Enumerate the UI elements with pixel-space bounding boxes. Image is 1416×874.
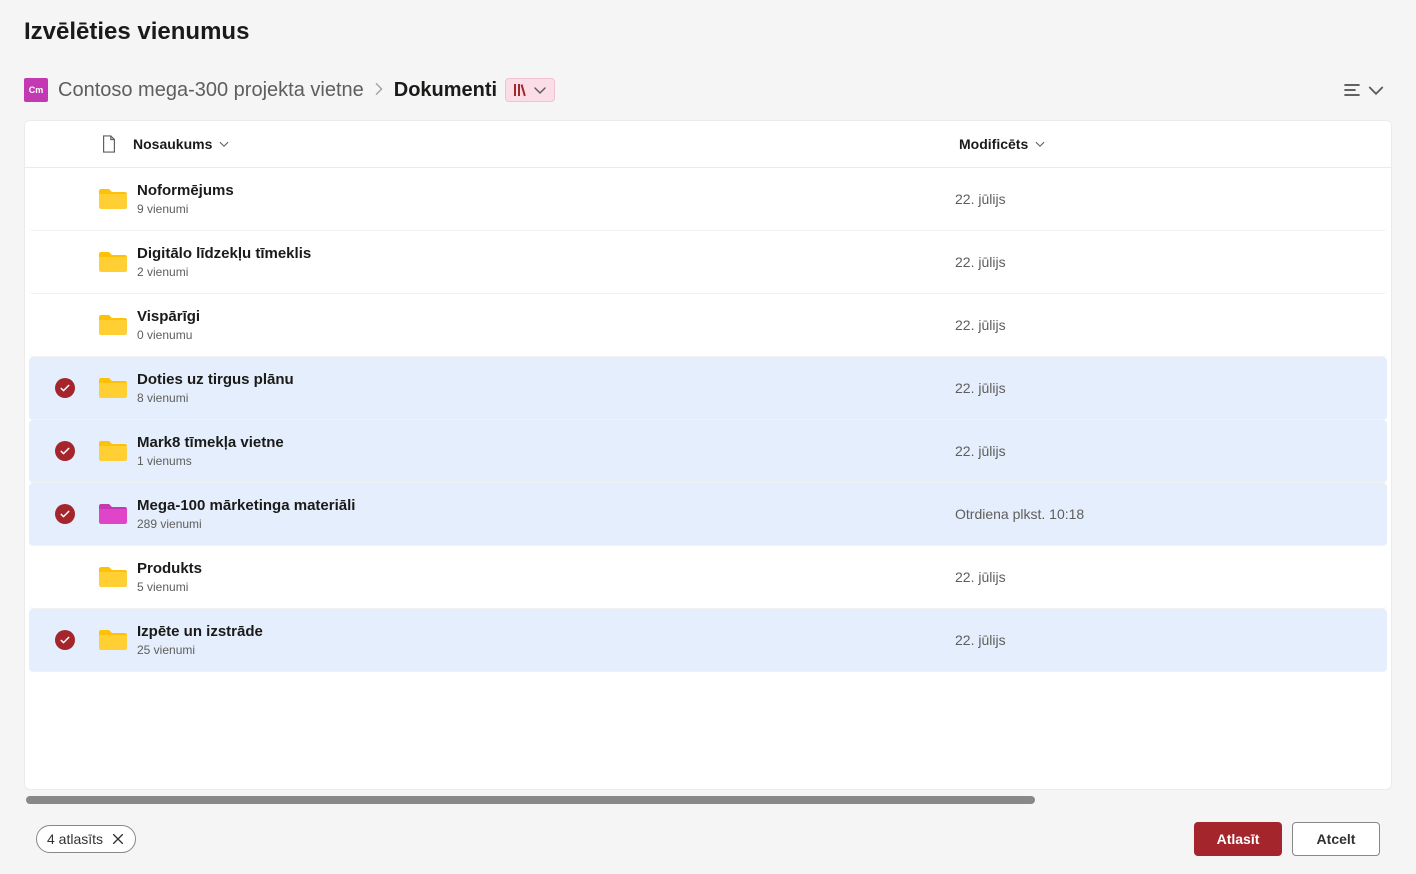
picker-dialog: Izvēlēties vienumus Cm Contoso mega-300 … [0,0,1416,874]
row-subtitle: 289 vienumi [137,517,355,531]
row-checkbox[interactable] [55,315,75,335]
library-icon [512,82,528,98]
header-type-column[interactable] [85,135,133,153]
folder-icon [97,498,129,530]
table-row[interactable]: Mark8 tīmekļa vietne 1 vienums 22. jūlij… [29,420,1387,483]
dialog-title: Izvēlēties vienumus [24,18,1392,46]
row-modified: 22. jūlijs [955,569,1006,585]
row-modified: 22. jūlijs [955,380,1006,396]
header-name-column[interactable]: Nosaukums [133,136,959,152]
cancel-button[interactable]: Atcelt [1292,822,1380,856]
breadcrumb-site[interactable]: Contoso mega-300 projekta vietne [58,79,364,102]
row-checkbox[interactable] [55,252,75,272]
list-view-icon [1342,80,1362,100]
library-pill[interactable] [505,78,555,102]
chevron-down-icon [1034,138,1046,150]
rows-container: Noformējums 9 vienumi 22. jūlijs Digitāl… [25,168,1391,672]
row-checkbox[interactable] [55,189,75,209]
row-name: Noformējums [137,182,234,199]
row-subtitle: 5 vienumi [137,580,202,594]
row-name: Doties uz tirgus plānu [137,371,294,388]
column-name-label: Nosaukums [133,136,212,152]
horizontal-scrollbar[interactable] [24,794,1392,806]
table-row[interactable]: Produkts 5 vienumi 22. jūlijs [29,546,1387,609]
column-modified-label: Modificēts [959,136,1028,152]
select-button[interactable]: Atlasīt [1194,822,1282,856]
chevron-right-icon [372,79,386,102]
folder-icon [97,246,129,278]
row-name: Produkts [137,560,202,577]
row-modified: 22. jūlijs [955,443,1006,459]
checkmark-icon [59,508,71,520]
file-icon [100,135,118,153]
row-subtitle: 1 vienums [137,454,284,468]
folder-icon [97,372,129,404]
list-header: Nosaukums Modificēts [25,121,1391,168]
checkmark-icon [59,382,71,394]
dialog-footer: 4 atlasīts Atlasīt Atcelt [24,812,1392,874]
table-row[interactable]: Izpēte un izstrāde 25 vienumi 22. jūlijs [29,609,1387,672]
folder-icon [97,309,129,341]
row-checkbox[interactable] [55,504,75,524]
site-icon: Cm [24,78,48,102]
row-subtitle: 9 vienumi [137,202,234,216]
table-row[interactable]: Noformējums 9 vienumi 22. jūlijs [29,168,1387,231]
row-checkbox[interactable] [55,567,75,587]
checkmark-icon [59,445,71,457]
row-name: Izpēte un izstrāde [137,623,263,640]
row-modified: 22. jūlijs [955,191,1006,207]
row-checkbox[interactable] [55,378,75,398]
file-list[interactable]: Nosaukums Modificēts Noformējums 9 vienu… [24,120,1392,790]
row-subtitle: 2 vienumi [137,265,311,279]
row-subtitle: 8 vienumi [137,391,294,405]
row-modified: 22. jūlijs [955,254,1006,270]
row-name: Digitālo līdzekļu tīmeklis [137,245,311,262]
checkmark-icon [59,634,71,646]
folder-icon [97,183,129,215]
view-options-button[interactable] [1336,76,1392,104]
row-checkbox[interactable] [55,441,75,461]
table-row[interactable]: Doties uz tirgus plānu 8 vienumi 22. jūl… [29,357,1387,420]
breadcrumb-current[interactable]: Dokumenti [394,79,497,102]
row-modified: Otrdiena plkst. 10:18 [955,506,1084,522]
selection-count-pill[interactable]: 4 atlasīts [36,825,136,853]
row-modified: 22. jūlijs [955,317,1006,333]
selection-count-label: 4 atlasīts [47,831,103,847]
row-name: Mark8 tīmekļa vietne [137,434,284,451]
table-row[interactable]: Vispārīgi 0 vienumu 22. jūlijs [29,294,1387,357]
chevron-down-icon [218,138,230,150]
close-icon[interactable] [111,832,125,846]
row-modified: 22. jūlijs [955,632,1006,648]
scrollbar-thumb[interactable] [26,796,1035,804]
row-subtitle: 25 vienumi [137,643,263,657]
row-subtitle: 0 vienumu [137,328,200,342]
table-row[interactable]: Digitālo līdzekļu tīmeklis 2 vienumi 22.… [29,231,1387,294]
row-name: Mega-100 mārketinga materiāli [137,497,355,514]
breadcrumb-row: Cm Contoso mega-300 projekta vietne Doku… [24,76,1392,104]
header-modified-column[interactable]: Modificēts [959,136,1379,152]
row-name: Vispārīgi [137,308,200,325]
row-checkbox[interactable] [55,630,75,650]
breadcrumb: Contoso mega-300 projekta vietne Dokumen… [58,78,1326,102]
chevron-down-icon [1366,80,1386,100]
folder-icon [97,561,129,593]
folder-icon [97,624,129,656]
folder-icon [97,435,129,467]
table-row[interactable]: Mega-100 mārketinga materiāli 289 vienum… [29,483,1387,546]
chevron-down-icon [532,82,548,98]
footer-buttons: Atlasīt Atcelt [1194,822,1380,856]
